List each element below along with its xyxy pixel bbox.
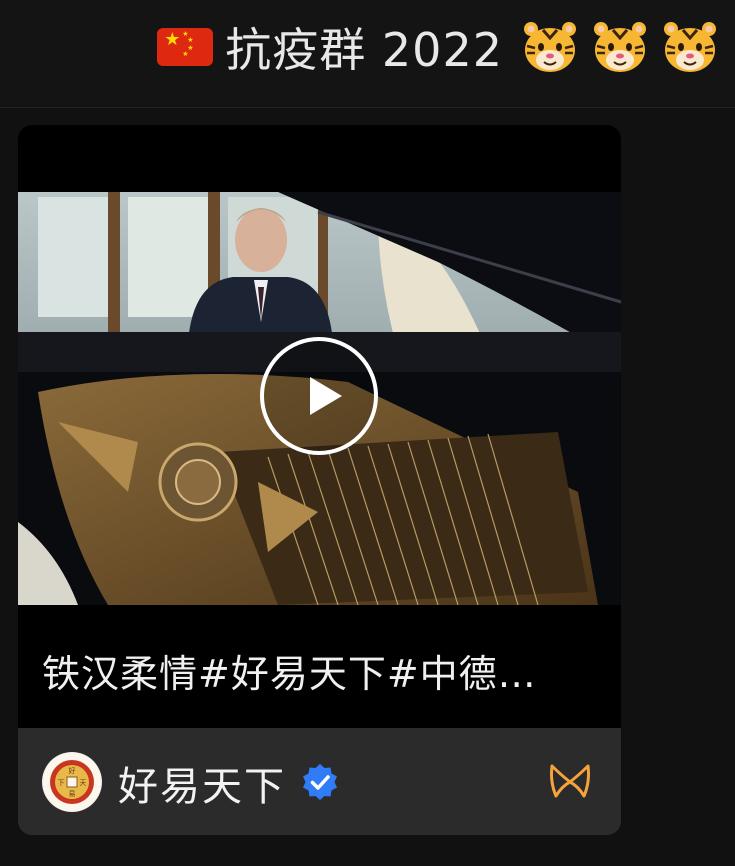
play-icon <box>310 377 342 415</box>
video-caption: 铁汉柔情#好易天下#中德… <box>42 652 537 696</box>
channel-name[interactable]: 好易天下 <box>118 754 286 812</box>
video-share-card[interactable]: 铁汉柔情#好易天下#中德… 好 易 下 天 好易天下 <box>18 125 621 835</box>
channel-footer[interactable]: 好 易 下 天 好易天下 <box>18 728 621 835</box>
channel-avatar[interactable]: 好 易 下 天 <box>42 752 102 812</box>
china-flag-icon: ★ ★ ★ ★ ★ <box>157 28 214 66</box>
coin-logo-icon: 好 易 下 天 <box>43 753 101 811</box>
chat-title-row[interactable]: ★ ★ ★ ★ ★ 抗疫群 2022 <box>157 14 719 80</box>
video-preview[interactable]: 铁汉柔情#好易天下#中德… <box>18 125 621 728</box>
svg-text:好: 好 <box>69 766 76 775</box>
tiger-face-icon <box>594 22 646 72</box>
verified-badge-icon <box>303 764 337 800</box>
channels-logo-icon[interactable] <box>548 762 592 802</box>
svg-text:下: 下 <box>58 779 65 787</box>
play-button[interactable] <box>260 337 378 455</box>
chat-header: ★ ★ ★ ★ ★ 抗疫群 2022 <box>0 0 735 108</box>
svg-text:易: 易 <box>69 790 76 798</box>
tiger-face-icon <box>524 22 576 72</box>
svg-text:天: 天 <box>80 779 87 787</box>
chat-title: 抗疫群 2022 <box>225 23 503 77</box>
tiger-face-icon <box>664 22 716 72</box>
